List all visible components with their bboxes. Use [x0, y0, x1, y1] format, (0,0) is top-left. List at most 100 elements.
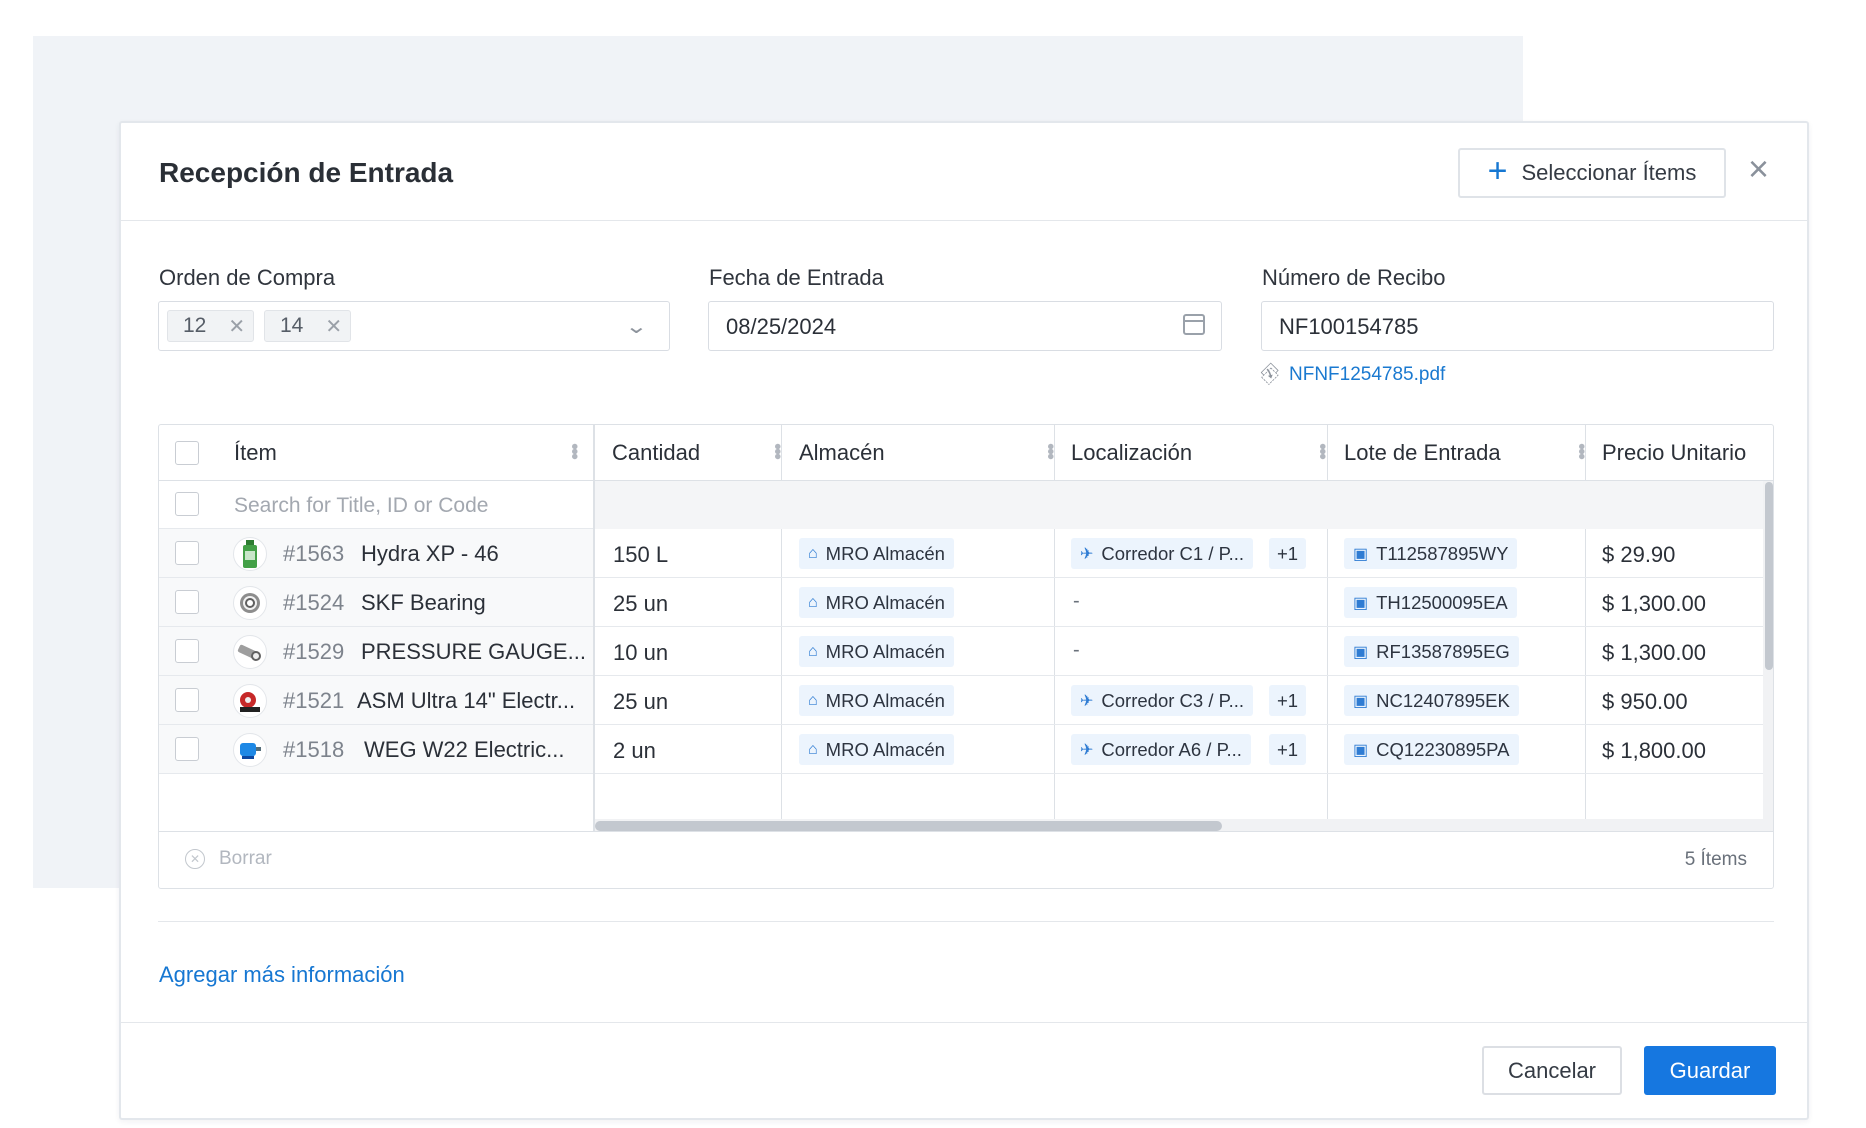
row-checkbox[interactable]	[175, 688, 199, 712]
item-id: #1518	[283, 737, 345, 762]
warehouse-chip: ⌂ MRO Almacén	[799, 685, 954, 716]
calendar-icon[interactable]	[1183, 314, 1205, 335]
order-label: Orden de Compra	[159, 265, 336, 290]
modal-title: Recepción de Entrada	[159, 157, 454, 188]
item-name: ASM Ultra 14" Electr...	[357, 688, 576, 713]
warehouse-chip: ⌂ MRO Almacén	[799, 587, 954, 618]
lot-label: TH12500095EA	[1376, 591, 1508, 613]
warehouse-icon: ⌂	[808, 740, 818, 758]
clear-button[interactable]: ✕ Borrar	[185, 848, 272, 870]
order-tag-label: 14	[280, 314, 304, 337]
row-checkbox[interactable]	[175, 737, 199, 761]
close-icon[interactable]: ×	[1748, 151, 1769, 187]
pin-icon: ✈	[1080, 741, 1094, 759]
lot-label: T112587895WY	[1376, 542, 1509, 564]
column-menu-icon[interactable]: •••	[1038, 443, 1061, 458]
order-select[interactable]: 12 ✕ 14 ✕ ⌄	[158, 301, 670, 351]
receipt-number-value: NF100154785	[1279, 314, 1419, 339]
select-items-button[interactable]: + Seleccionar Ítems	[1458, 148, 1726, 198]
column-menu-icon[interactable]: •••	[1310, 443, 1333, 458]
attachment-link[interactable]: ⎘ NFNF1254785.pdf	[1256, 361, 1445, 388]
section-divider	[158, 921, 1774, 922]
column-header-warehouse[interactable]: Almacén •••	[799, 425, 1069, 481]
column-menu-icon[interactable]: •••	[1569, 443, 1592, 458]
column-header-location[interactable]: Localización •••	[1071, 425, 1341, 481]
cancel-button[interactable]: Cancelar	[1482, 1046, 1622, 1095]
price-cell: $ 1,800.00	[1602, 738, 1706, 763]
vertical-scrollbar-thumb[interactable]	[1765, 482, 1773, 670]
item-name: SKF Bearing	[361, 590, 486, 615]
select-all-checkbox[interactable]	[175, 441, 199, 465]
column-title: Cantidad	[612, 440, 701, 465]
row-checkbox[interactable]	[175, 590, 199, 614]
column-title: Lote de Entrada	[1344, 440, 1501, 465]
clear-circle-icon: ✕	[185, 849, 205, 869]
location-extra-badge[interactable]: +1	[1269, 685, 1307, 716]
location-label: Corredor C1 / P...	[1101, 542, 1244, 564]
paperclip-icon: ⎘	[1255, 360, 1283, 388]
warehouse-label: MRO Almacén	[825, 738, 945, 760]
pinned-column-divider	[593, 425, 595, 831]
lot-icon: ▣	[1353, 692, 1369, 710]
order-tag: 14 ✕	[264, 310, 352, 342]
item-id: #1529	[283, 639, 345, 664]
bearing-icon	[233, 586, 267, 620]
order-tag: 12 ✕	[167, 310, 255, 342]
items-count: 5 Ítems	[1684, 849, 1747, 870]
filter-checkbox[interactable]	[175, 492, 199, 516]
entry-date-field[interactable]: 08/25/2024	[708, 301, 1222, 351]
location-label: Corredor C3 / P...	[1101, 689, 1244, 711]
receipt-number-field[interactable]: NF100154785	[1261, 301, 1774, 351]
item-name: WEG W22 Electric...	[364, 737, 565, 762]
lot-chip: ▣ NC12407895EK	[1344, 685, 1519, 716]
chevron-down-icon[interactable]: ⌄	[625, 314, 648, 339]
warehouse-icon: ⌂	[808, 691, 818, 709]
lot-chip: ▣ RF13587895EG	[1344, 636, 1519, 667]
column-menu-icon[interactable]: •••	[765, 443, 788, 458]
price-cell: $ 950.00	[1602, 689, 1688, 714]
items-table: Ítem ••• Cantidad ••• Almacén ••• Locali…	[158, 424, 1774, 889]
warehouse-label: MRO Almacén	[825, 542, 945, 564]
column-header-quantity[interactable]: Cantidad •••	[612, 425, 796, 481]
location-extra-badge[interactable]: +1	[1269, 538, 1307, 569]
row-checkbox[interactable]	[175, 639, 199, 663]
item-search-input[interactable]: Search for Title, ID or Code	[234, 494, 488, 518]
warehouse-chip: ⌂ MRO Almacén	[799, 734, 954, 765]
table-row[interactable]: #1563 Hydra XP - 46 150 L ⌂ MRO Almacén ✈…	[159, 529, 1773, 578]
lot-icon: ▣	[1353, 741, 1369, 759]
table-row[interactable]: #1521 ASM Ultra 14" Electr... 25 un ⌂ MRO…	[159, 676, 1773, 725]
quantity-cell: 25 un	[613, 689, 669, 714]
motor-icon	[233, 733, 267, 767]
warehouse-label: MRO Almacén	[825, 591, 945, 613]
warehouse-icon: ⌂	[808, 593, 818, 611]
quantity-cell: 150 L	[613, 542, 669, 567]
lot-chip: ▣ T112587895WY	[1344, 538, 1518, 569]
item-id: #1524	[283, 590, 345, 615]
column-header-lot[interactable]: Lote de Entrada •••	[1344, 425, 1600, 481]
table-row[interactable]: #1529 PRESSURE GAUGE... 10 un ⌂ MRO Almac…	[159, 627, 1773, 676]
table-row[interactable]: #1518 WEG W22 Electric... 2 un ⌂ MRO Alma…	[159, 725, 1773, 774]
column-menu-icon[interactable]: •••	[562, 443, 585, 458]
table-footer: ✕ Borrar 5 Ítems	[159, 831, 1773, 888]
column-title: Almacén	[799, 440, 885, 465]
select-items-label: Seleccionar Ítems	[1521, 160, 1697, 185]
column-header-item[interactable]: Ítem •••	[234, 425, 593, 481]
entry-date-label: Fecha de Entrada	[709, 265, 884, 290]
column-header-price[interactable]: Precio Unitario	[1602, 425, 1772, 481]
table-row[interactable]: #1524 SKF Bearing 25 un ⌂ MRO Almacén - ▣…	[159, 578, 1773, 627]
row-checkbox[interactable]	[175, 541, 199, 565]
modal-footer: Cancelar Guardar	[121, 1022, 1807, 1120]
pin-icon: ✈	[1080, 545, 1094, 563]
warehouse-label: MRO Almacén	[825, 640, 945, 662]
add-more-info-link[interactable]: Agregar más información	[159, 962, 405, 988]
item-name: PRESSURE GAUGE...	[361, 639, 586, 664]
order-tag-label: 12	[183, 314, 207, 337]
horizontal-scrollbar-thumb[interactable]	[595, 821, 1222, 831]
location-extra-badge[interactable]: +1	[1269, 734, 1307, 765]
quantity-cell: 25 un	[613, 591, 669, 616]
lot-label: CQ12230895PA	[1376, 738, 1510, 760]
remove-tag-icon[interactable]: ✕	[325, 314, 342, 339]
save-button[interactable]: Guardar	[1644, 1046, 1776, 1095]
location-chip: ✈ Corredor A6 / P...	[1071, 734, 1251, 765]
remove-tag-icon[interactable]: ✕	[228, 314, 245, 339]
